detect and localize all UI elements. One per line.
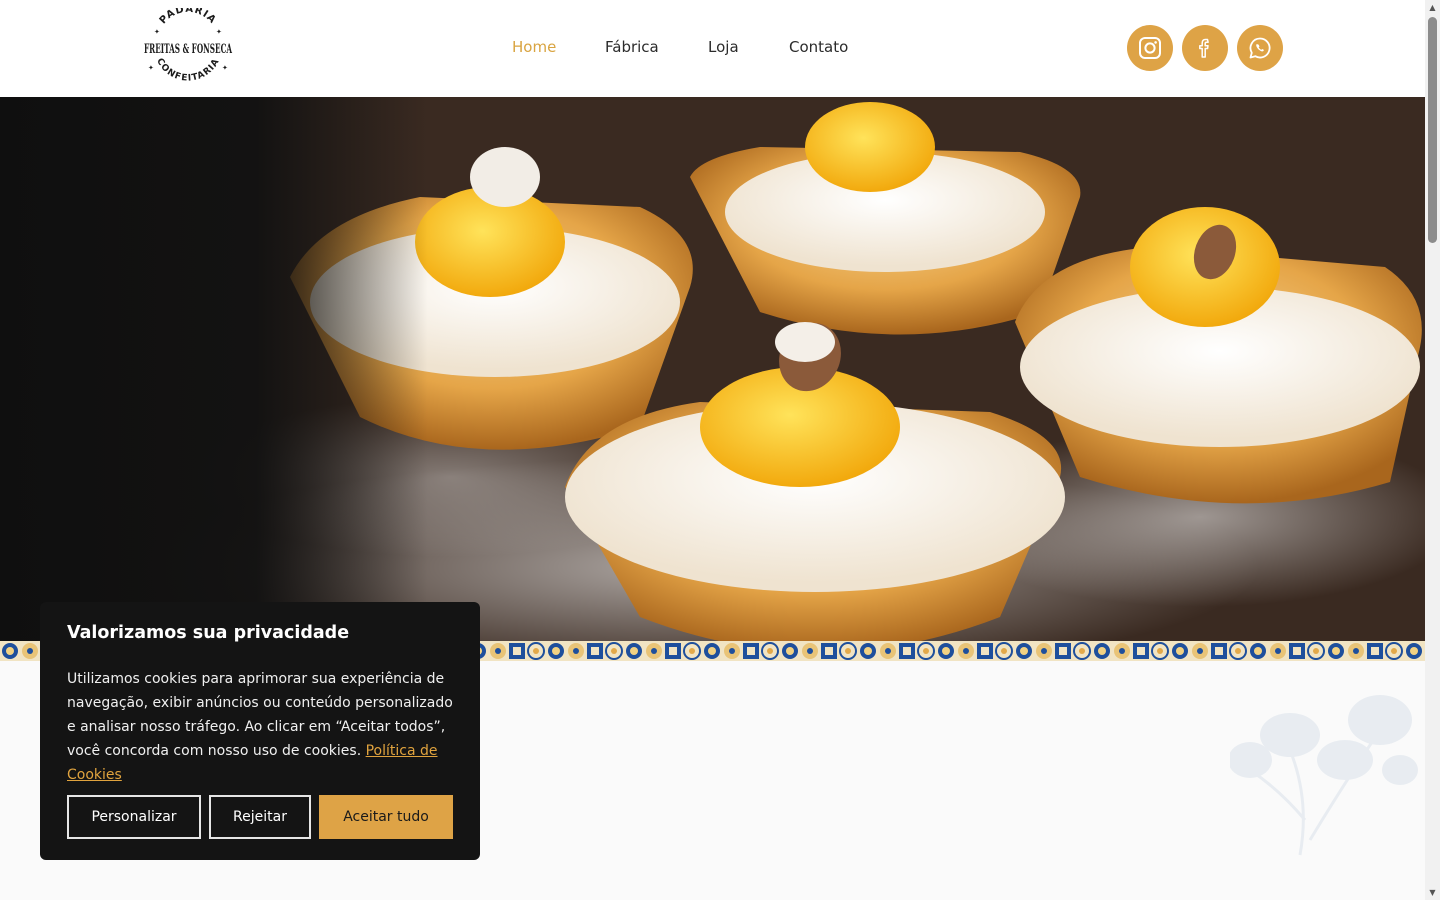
reject-button[interactable]: Rejeitar (209, 795, 311, 839)
nav-loja[interactable]: Loja (708, 38, 739, 56)
svg-text:PADARIA: PADARIA (158, 8, 218, 26)
parsley-decoration (1230, 695, 1418, 856)
nav-home[interactable]: Home (512, 38, 556, 56)
svg-text:✦: ✦ (148, 64, 154, 72)
cookie-banner-title: Valorizamos sua privacidade (67, 623, 350, 643)
facebook-button[interactable] (1182, 25, 1228, 71)
brand-logo[interactable]: PADARIA FREITAS & FONSECA CONFEITARIA ✦ … (140, 4, 236, 88)
cookie-banner-text: Utilizamos cookies para aprimorar sua ex… (67, 667, 459, 787)
site-header: PADARIA FREITAS & FONSECA CONFEITARIA ✦ … (0, 0, 1425, 97)
facebook-icon (1199, 38, 1209, 58)
nav-contato[interactable]: Contato (789, 38, 848, 56)
instagram-icon (1139, 37, 1161, 59)
page-scrollbar[interactable]: ▲ ▼ (1425, 0, 1440, 900)
scroll-up-arrow-icon[interactable]: ▲ (1425, 0, 1440, 15)
customize-button[interactable]: Personalizar (67, 795, 201, 839)
hero-pastry-image (0, 97, 1425, 641)
cookie-consent-banner: Valorizamos sua privacidade Utilizamos c… (40, 602, 480, 860)
svg-text:✦: ✦ (222, 64, 228, 72)
accept-all-button[interactable]: Aceitar tudo (319, 795, 453, 839)
svg-text:FREITAS & FONSECA: FREITAS & FONSECA (144, 42, 233, 57)
whatsapp-icon (1249, 37, 1271, 59)
svg-text:CONFEITARIA: CONFEITARIA (154, 57, 222, 84)
scroll-down-arrow-icon[interactable]: ▼ (1425, 885, 1440, 900)
whatsapp-button[interactable] (1237, 25, 1283, 71)
svg-text:✦: ✦ (154, 28, 160, 36)
hero-banner (0, 97, 1425, 641)
scroll-thumb[interactable] (1428, 17, 1437, 243)
nav-fabrica[interactable]: Fábrica (605, 38, 659, 56)
svg-text:✦: ✦ (216, 28, 222, 36)
logo-emblem: PADARIA FREITAS & FONSECA CONFEITARIA ✦ … (144, 4, 233, 84)
instagram-button[interactable] (1127, 25, 1173, 71)
